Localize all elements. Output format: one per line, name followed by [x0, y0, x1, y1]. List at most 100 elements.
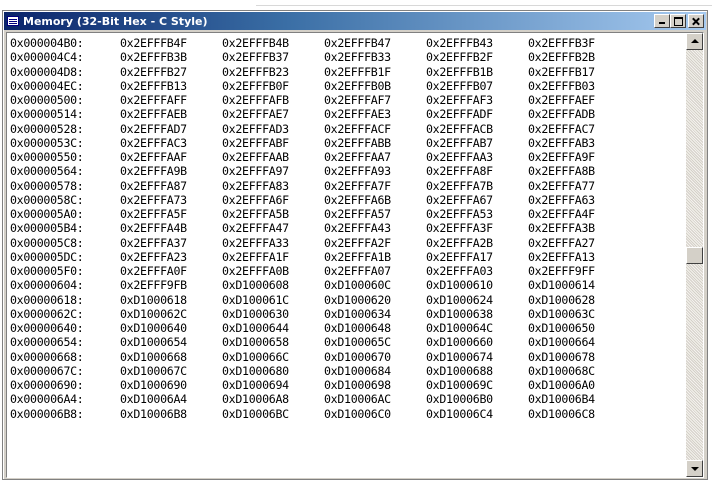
memory-value[interactable]: 0xD1000614	[528, 278, 630, 292]
memory-value[interactable]: 0x2EFFFB23	[222, 65, 324, 79]
memory-value[interactable]: 0x2EFFFA47	[222, 221, 324, 235]
memory-value[interactable]: 0x2EFFFA7F	[324, 179, 426, 193]
memory-value[interactable]: 0xD10006C4	[426, 407, 528, 421]
memory-value[interactable]: 0x2EFFFB47	[324, 36, 426, 50]
memory-row[interactable]: 0x0000062C: 0xD100062C 0xD1000630 0xD100063…	[10, 307, 682, 321]
memory-value[interactable]: 0x2EFFFA1B	[324, 250, 426, 264]
memory-value[interactable]: 0x2EFFFADB	[528, 107, 630, 121]
memory-value[interactable]: 0x2EFFFB0B	[324, 79, 426, 93]
memory-value[interactable]: 0xD1000664	[528, 335, 630, 349]
memory-value[interactable]: 0xD1000618	[120, 293, 222, 307]
memory-value[interactable]: 0x2EFFFAE7	[222, 107, 324, 121]
memory-row[interactable]: 0x00000618: 0xD1000618 0xD100061C 0xD100062…	[10, 293, 682, 307]
memory-value[interactable]: 0xD1000678	[528, 350, 630, 364]
memory-value[interactable]: 0x2EFFFB2B	[528, 50, 630, 64]
memory-value[interactable]: 0x2EFFFA9F	[528, 150, 630, 164]
memory-value[interactable]: 0x2EFFFA5B	[222, 207, 324, 221]
memory-row[interactable]: 0x00000528: 0x2EFFFAD7 0x2EFFFAD3 0x2EFFFAC…	[10, 122, 682, 136]
memory-row[interactable]: 0x000005F0: 0x2EFFFA0F 0x2EFFFA0B 0x2EFFFA0…	[10, 264, 682, 278]
memory-value[interactable]: 0x2EFFFA3B	[528, 221, 630, 235]
memory-value[interactable]: 0xD100064C	[426, 321, 528, 335]
memory-value[interactable]: 0xD100067C	[120, 364, 222, 378]
memory-row[interactable]: 0x00000564: 0x2EFFFA9B 0x2EFFFA97 0x2EFFFA9…	[10, 164, 682, 178]
memory-value[interactable]: 0x2EFFFAD7	[120, 122, 222, 136]
memory-value[interactable]: 0xD10006C8	[528, 407, 630, 421]
memory-row[interactable]: 0x000005DC: 0x2EFFFA23 0x2EFFFA1F 0x2EFFFA1…	[10, 250, 682, 264]
memory-value[interactable]: 0xD1000688	[426, 364, 528, 378]
memory-row[interactable]: 0x00000668: 0xD1000668 0xD100066C 0xD100067…	[10, 350, 682, 364]
memory-value[interactable]: 0x2EFFF9FF	[528, 264, 630, 278]
memory-value[interactable]: 0x2EFFFA6F	[222, 193, 324, 207]
memory-value[interactable]: 0x2EFFFAEB	[120, 107, 222, 121]
memory-value[interactable]: 0x2EFFFA93	[324, 164, 426, 178]
memory-value[interactable]: 0x2EFFFA2F	[324, 236, 426, 250]
memory-value[interactable]: 0x2EFFFA07	[324, 264, 426, 278]
memory-value[interactable]: 0xD10006B8	[120, 407, 222, 421]
memory-row[interactable]: 0x000004B0: 0x2EFFFB4F 0x2EFFFB4B 0x2EFFFB4…	[10, 36, 682, 50]
memory-value[interactable]: 0xD1000634	[324, 307, 426, 321]
memory-value[interactable]: 0x2EFFFB3F	[528, 36, 630, 50]
memory-value[interactable]: 0xD1000670	[324, 350, 426, 364]
memory-row[interactable]: 0x00000640: 0xD1000640 0xD1000644 0xD100064…	[10, 321, 682, 335]
memory-value[interactable]: 0x2EFFFA57	[324, 207, 426, 221]
memory-value[interactable]: 0x2EFFFB17	[528, 65, 630, 79]
memory-window-icon[interactable]	[7, 16, 19, 26]
memory-value[interactable]: 0x2EFFFA5F	[120, 207, 222, 221]
scrollbar-thumb[interactable]	[686, 247, 703, 264]
memory-value[interactable]: 0xD100061C	[222, 293, 324, 307]
memory-value[interactable]: 0x2EFFFADF	[426, 107, 528, 121]
memory-row[interactable]: 0x00000550: 0x2EFFFAAF 0x2EFFFAAB 0x2EFFFAA…	[10, 150, 682, 164]
memory-value[interactable]: 0x2EFFFA7B	[426, 179, 528, 193]
memory-value[interactable]: 0x2EFFFAA3	[426, 150, 528, 164]
memory-value[interactable]: 0xD1000690	[120, 378, 222, 392]
memory-row[interactable]: 0x00000578: 0x2EFFFA87 0x2EFFFA83 0x2EFFFA7…	[10, 179, 682, 193]
minimize-button[interactable]	[654, 14, 670, 28]
memory-value[interactable]: 0x2EFFFA97	[222, 164, 324, 178]
memory-value[interactable]: 0x2EFFFAD3	[222, 122, 324, 136]
memory-value[interactable]: 0x2EFFFB03	[528, 79, 630, 93]
maximize-button[interactable]	[670, 14, 686, 28]
memory-value[interactable]: 0x2EFFF9FB	[120, 278, 222, 292]
memory-value[interactable]: 0xD1000658	[222, 335, 324, 349]
memory-value[interactable]: 0x2EFFFA8B	[528, 164, 630, 178]
memory-value[interactable]: 0xD1000680	[222, 364, 324, 378]
memory-value[interactable]: 0x2EFFFA9B	[120, 164, 222, 178]
memory-value[interactable]: 0x2EFFFA23	[120, 250, 222, 264]
memory-row[interactable]: 0x000004EC: 0x2EFFFB13 0x2EFFFB0F 0x2EFFFB0…	[10, 79, 682, 93]
memory-value[interactable]: 0x2EFFFB3B	[120, 50, 222, 64]
memory-row[interactable]: 0x0000053C: 0x2EFFFAC3 0x2EFFFABF 0x2EFFFAB…	[10, 136, 682, 150]
memory-value[interactable]: 0x2EFFFACF	[324, 122, 426, 136]
memory-value[interactable]: 0x2EFFFB27	[120, 65, 222, 79]
memory-value[interactable]: 0xD100060C	[324, 278, 426, 292]
memory-value[interactable]: 0x2EFFFAFF	[120, 93, 222, 107]
memory-value[interactable]: 0x2EFFFB37	[222, 50, 324, 64]
memory-value[interactable]: 0x2EFFFA67	[426, 193, 528, 207]
memory-row[interactable]: 0x000005B4: 0x2EFFFA4B 0x2EFFFA47 0x2EFFFA4…	[10, 221, 682, 235]
memory-value[interactable]: 0xD10006A0	[528, 378, 630, 392]
memory-value[interactable]: 0x2EFFFB2F	[426, 50, 528, 64]
memory-view[interactable]: 0x000004B0: 0x2EFFFB4F 0x2EFFFB4B 0x2EFFFB4…	[6, 32, 704, 478]
memory-value[interactable]: 0x2EFFFAB7	[426, 136, 528, 150]
memory-value[interactable]: 0xD1000660	[426, 335, 528, 349]
memory-value[interactable]: 0x2EFFFB4B	[222, 36, 324, 50]
memory-value[interactable]: 0x2EFFFA1F	[222, 250, 324, 264]
memory-value[interactable]: 0x2EFFFAAF	[120, 150, 222, 164]
memory-value[interactable]: 0x2EFFFACB	[426, 122, 528, 136]
memory-value[interactable]: 0x2EFFFA37	[120, 236, 222, 250]
memory-value[interactable]: 0x2EFFFB07	[426, 79, 528, 93]
memory-row[interactable]: 0x000005C8: 0x2EFFFA37 0x2EFFFA33 0x2EFFFA2…	[10, 236, 682, 250]
memory-value[interactable]: 0xD1000624	[426, 293, 528, 307]
memory-value[interactable]: 0x2EFFFA63	[528, 193, 630, 207]
memory-value[interactable]: 0x2EFFFABF	[222, 136, 324, 150]
memory-value[interactable]: 0xD1000648	[324, 321, 426, 335]
memory-value[interactable]: 0xD10006B4	[528, 392, 630, 406]
memory-value[interactable]: 0x2EFFFB33	[324, 50, 426, 64]
memory-value[interactable]: 0xD10006BC	[222, 407, 324, 421]
memory-value[interactable]: 0x2EFFFA87	[120, 179, 222, 193]
memory-value[interactable]: 0x2EFFFA8F	[426, 164, 528, 178]
scroll-up-button[interactable]	[686, 33, 703, 50]
memory-value[interactable]: 0xD1000698	[324, 378, 426, 392]
memory-value[interactable]: 0xD1000674	[426, 350, 528, 364]
memory-value[interactable]: 0x2EFFFA0B	[222, 264, 324, 278]
memory-value[interactable]: 0xD100066C	[222, 350, 324, 364]
